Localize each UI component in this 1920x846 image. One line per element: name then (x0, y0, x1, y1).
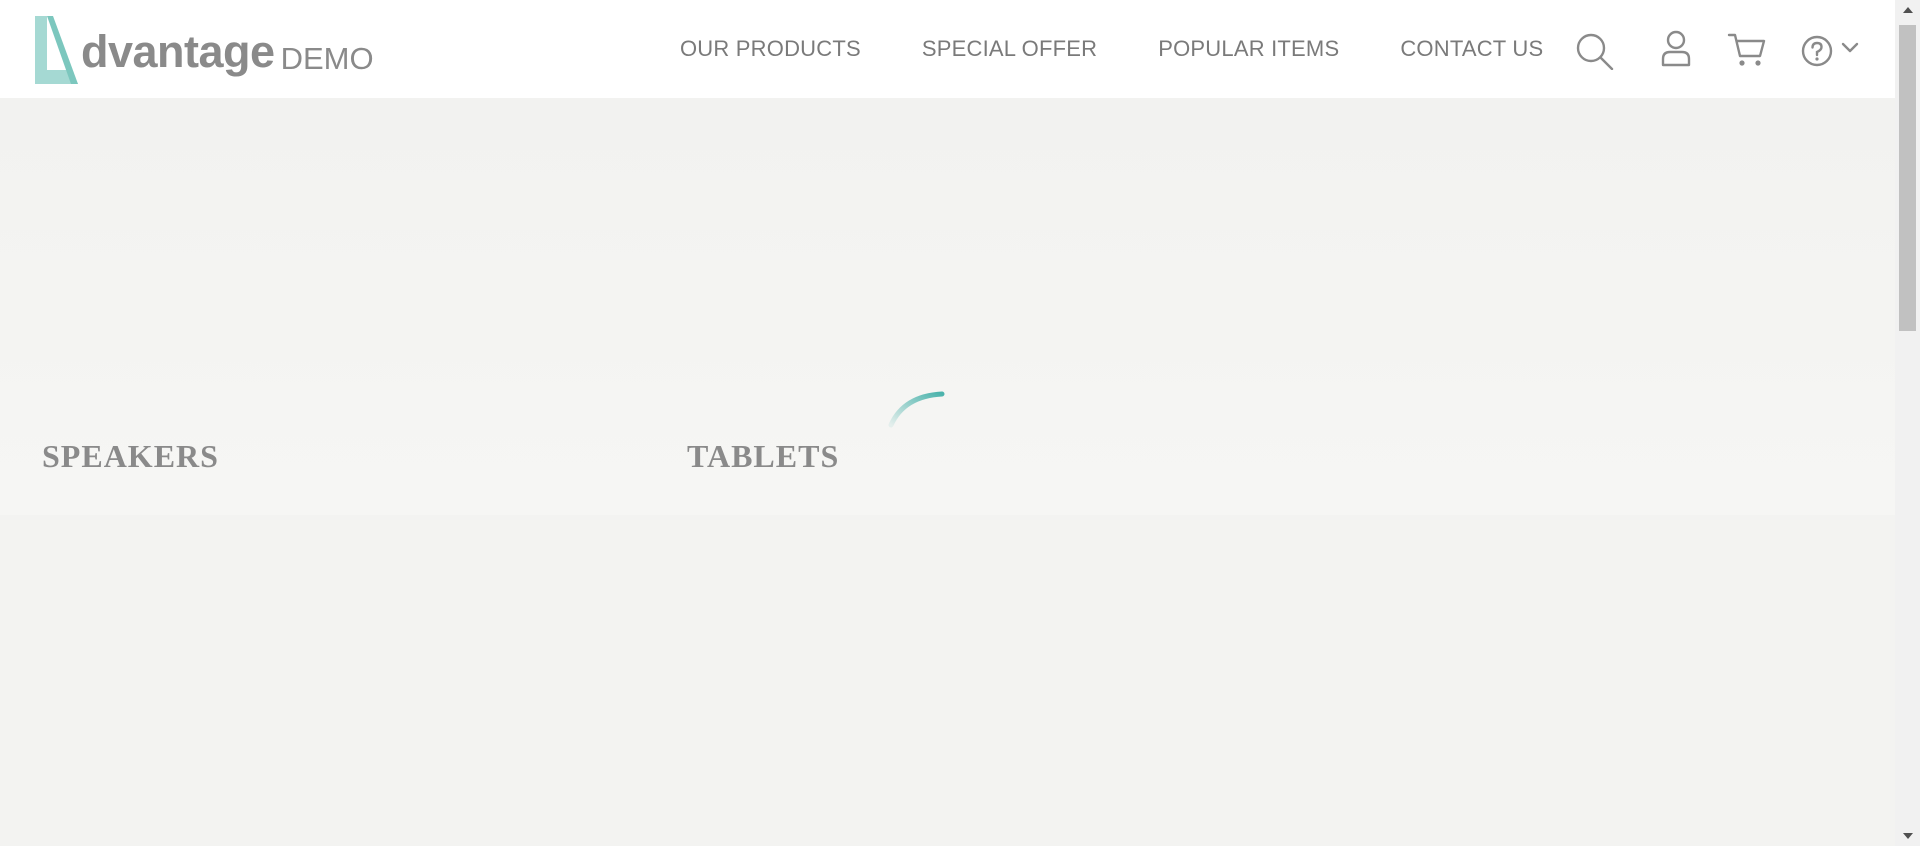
nav-our-products[interactable]: OUR PRODUCTS (680, 36, 861, 62)
scroll-up-arrow-icon[interactable] (1895, 0, 1920, 20)
nav-contact-us[interactable]: CONTACT US (1400, 36, 1543, 62)
chevron-down-icon[interactable] (1841, 42, 1859, 54)
category-banner (0, 98, 1895, 515)
search-icon[interactable] (1575, 32, 1615, 70)
category-tablets[interactable]: TABLETS (687, 438, 839, 475)
main-nav: OUR PRODUCTS SPECIAL OFFER POPULAR ITEMS… (680, 0, 1604, 98)
nav-popular-items[interactable]: POPULAR ITEMS (1158, 36, 1339, 62)
help-icon[interactable] (1801, 35, 1833, 67)
scroll-thumb[interactable] (1899, 25, 1916, 331)
brand-name: dvantage (81, 26, 275, 77)
loading-spinner-icon (886, 390, 946, 445)
user-icon[interactable] (1660, 29, 1692, 67)
scrollbar[interactable] (1895, 0, 1920, 846)
cart-icon[interactable] (1727, 32, 1767, 68)
nav-special-offer[interactable]: SPECIAL OFFER (922, 36, 1097, 62)
site-header: dvantage DEMO OUR PRODUCTS SPECIAL OFFER… (0, 0, 1895, 98)
logo[interactable]: dvantage DEMO (33, 14, 374, 84)
logo-mark-icon (35, 16, 78, 84)
content-area (0, 515, 1895, 846)
scroll-down-arrow-icon[interactable] (1895, 826, 1920, 846)
brand-suffix: DEMO (280, 41, 374, 76)
category-speakers[interactable]: SPEAKERS (42, 438, 219, 475)
